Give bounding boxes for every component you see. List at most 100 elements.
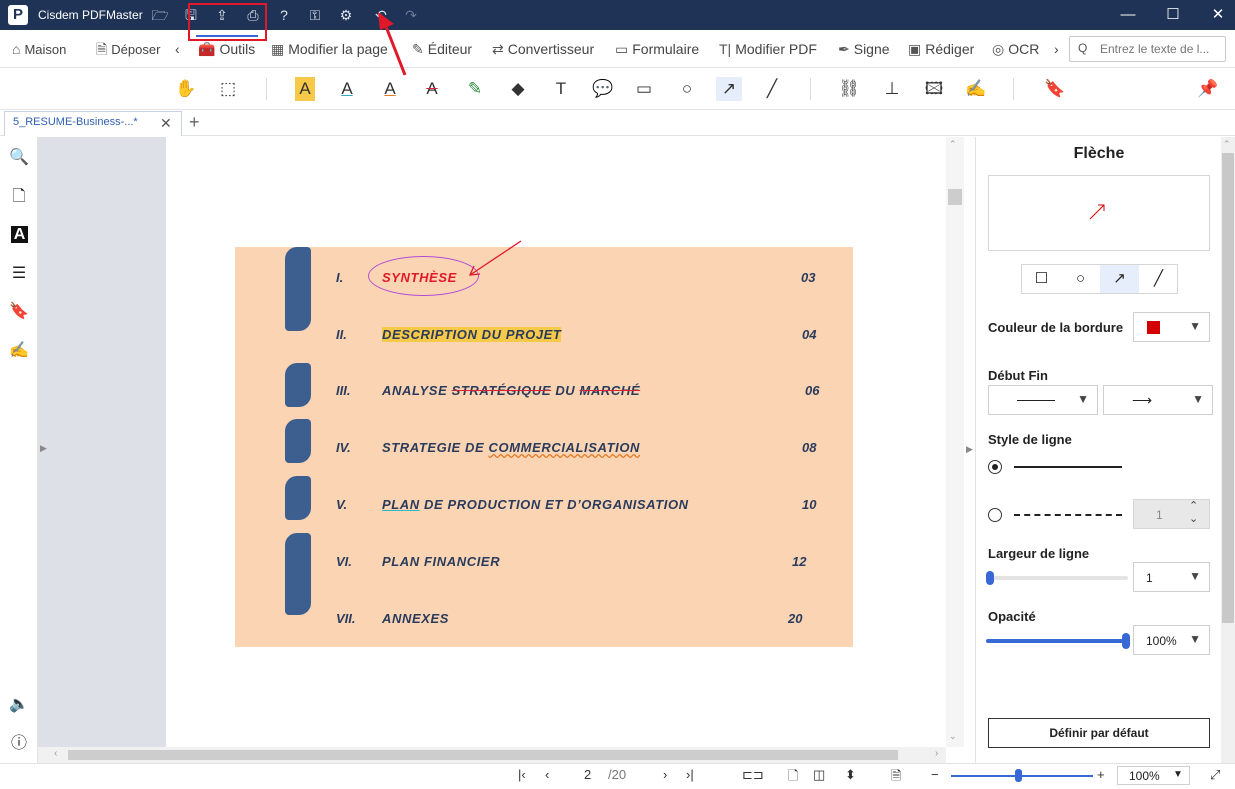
font-icon[interactable]: A: [11, 226, 28, 243]
scrollbar-thumb[interactable]: [1222, 153, 1234, 623]
settings-icon[interactable]: ⚙: [337, 6, 355, 24]
dashed-line-radio[interactable]: [988, 508, 1002, 522]
collapse-left-icon[interactable]: ▶: [40, 443, 47, 454]
arrow-icon[interactable]: ↗: [1100, 265, 1139, 293]
panel-scrollbar[interactable]: ⌃: [1221, 137, 1235, 763]
scroll-down-icon[interactable]: ⌄: [949, 731, 957, 742]
help-icon[interactable]: ?: [275, 6, 293, 24]
tab-signe[interactable]: ✒ Signe: [838, 39, 890, 59]
export-page-icon[interactable]: 🗎: [891, 767, 901, 789]
line-start-dropdown[interactable]: ▼: [988, 385, 1098, 415]
document-tab[interactable]: 5_RESUME-Business-...* ✕: [4, 111, 182, 136]
open-folder-icon[interactable]: 🗁: [151, 6, 169, 24]
pencil-icon[interactable]: ✎: [462, 77, 488, 101]
fit-width-icon[interactable]: ⊏⊐: [742, 767, 764, 783]
scroll-mode-icon[interactable]: ⬍: [845, 767, 856, 783]
select-area-icon[interactable]: ⬚: [215, 77, 241, 101]
arrow-annotation[interactable]: [465, 239, 525, 281]
line-icon[interactable]: ╱: [1139, 265, 1178, 293]
comment-icon[interactable]: 💬: [590, 77, 616, 101]
squiggly-text-icon[interactable]: A: [377, 77, 403, 101]
search-icon[interactable]: 🔍: [9, 148, 29, 168]
collapse-right-icon[interactable]: ▶: [966, 444, 973, 455]
set-default-button[interactable]: Définir par défaut: [988, 718, 1210, 748]
border-color-dropdown[interactable]: ▼: [1133, 312, 1210, 342]
zoom-dropdown[interactable]: 100% ▼: [1117, 766, 1190, 785]
scroll-left-icon[interactable]: ‹: [54, 748, 57, 759]
line-width-dropdown[interactable]: 1 ▼: [1133, 562, 1210, 592]
search-input[interactable]: [1100, 40, 1222, 58]
zoom-in-icon[interactable]: +: [1097, 767, 1105, 782]
tab-formulaire[interactable]: ▭ Formulaire: [615, 39, 699, 59]
line-end-dropdown[interactable]: ⟶ ▼: [1103, 385, 1213, 415]
tab-modifier-pdf[interactable]: T| Modifier PDF: [719, 39, 817, 59]
close-tab-icon[interactable]: ✕: [160, 115, 172, 132]
maximize-button[interactable]: ☐: [1158, 4, 1188, 26]
page-current[interactable]: 2: [584, 767, 591, 782]
page-icon[interactable]: 🗋: [9, 187, 29, 207]
stepper-down-icon[interactable]: ⌄: [1189, 512, 1198, 525]
tab-outils[interactable]: 🧰 Outils: [198, 39, 255, 59]
circle-icon[interactable]: ○: [1061, 265, 1100, 293]
dash-stepper[interactable]: 1 ⌃ ⌄: [1133, 499, 1210, 529]
opacity-slider-handle[interactable]: [1122, 633, 1130, 649]
opacity-slider-track[interactable]: [986, 639, 1128, 643]
stepper-up-icon[interactable]: ⌃: [1189, 499, 1198, 512]
image-icon[interactable]: 🖾: [921, 77, 947, 101]
rectangle-icon[interactable]: ☐: [1022, 265, 1061, 293]
signature-icon[interactable]: ✍: [963, 77, 989, 101]
strikethrough-text-icon[interactable]: A: [419, 77, 445, 101]
minimize-button[interactable]: —: [1113, 4, 1143, 26]
zoom-slider-handle[interactable]: [1015, 769, 1022, 782]
bookmark-icon[interactable]: 🔖: [9, 302, 29, 322]
tab-deposer[interactable]: 🗎 Déposer: [96, 39, 160, 59]
scrollbar-thumb[interactable]: [948, 189, 962, 205]
scroll-right-icon[interactable]: ›: [935, 748, 938, 759]
document-canvas[interactable]: ▶ I. SYNTHÈSE 03 II. DESCRIPTION DU PROJ…: [38, 137, 946, 747]
opacity-dropdown[interactable]: 100% ▼: [1133, 625, 1210, 655]
info-icon[interactable]: ⓘ: [9, 734, 29, 754]
ribbon-scroll-left[interactable]: ‹: [175, 39, 180, 59]
pdf-page[interactable]: I. SYNTHÈSE 03 II. DESCRIPTION DU PROJET…: [166, 137, 946, 747]
rectangle-icon[interactable]: ▭: [631, 77, 657, 101]
tab-convertisseur[interactable]: ⇄ Convertisseur: [492, 39, 594, 59]
add-tab-icon[interactable]: +: [189, 112, 200, 133]
arrow-icon[interactable]: ↗: [716, 77, 742, 101]
speaker-icon[interactable]: 🔈: [9, 695, 29, 715]
prev-page-icon[interactable]: ‹: [545, 767, 549, 782]
signature-icon[interactable]: ✍: [9, 341, 29, 361]
search-box[interactable]: Q: [1069, 36, 1226, 62]
vertical-scrollbar[interactable]: ⌃ ⌄: [946, 137, 964, 747]
single-page-icon[interactable]: 🗋: [788, 767, 798, 789]
pin-icon[interactable]: 📌: [1195, 77, 1221, 101]
ellipse-annotation[interactable]: [368, 256, 479, 296]
hand-tool-icon[interactable]: ✋: [173, 77, 199, 101]
scroll-up-icon[interactable]: ⌃: [949, 139, 957, 150]
line-icon[interactable]: ╱: [759, 77, 785, 101]
key-icon[interactable]: ⚿: [306, 6, 324, 24]
solid-line-radio[interactable]: [988, 460, 1002, 474]
next-page-icon[interactable]: ›: [663, 767, 667, 782]
circle-icon[interactable]: ○: [674, 77, 700, 101]
line-width-slider-handle[interactable]: [986, 571, 994, 585]
ribbon-scroll-right[interactable]: ›: [1054, 39, 1059, 59]
first-page-icon[interactable]: |‹: [518, 767, 526, 782]
horizontal-scrollbar[interactable]: ‹ ›: [38, 747, 946, 763]
zoom-out-icon[interactable]: −: [931, 767, 939, 782]
bookmark-icon[interactable]: 🔖: [1042, 77, 1068, 101]
tab-editeur[interactable]: ✎ Éditeur: [412, 39, 472, 59]
tab-ocr[interactable]: ◎ OCR: [992, 39, 1039, 59]
highlight-text-icon[interactable]: A: [295, 77, 315, 101]
zoom-slider-track[interactable]: [951, 775, 1093, 777]
close-button[interactable]: ✕: [1203, 4, 1233, 26]
fullscreen-icon[interactable]: ⤢: [1210, 767, 1220, 783]
line-width-slider-track[interactable]: [988, 576, 1128, 580]
stamp-icon[interactable]: ⊥: [879, 77, 905, 101]
outline-list-icon[interactable]: ☰: [9, 264, 29, 284]
link-icon[interactable]: ⛓: [836, 77, 862, 101]
tab-maison[interactable]: ⌂ Maison: [12, 39, 66, 59]
last-page-icon[interactable]: ›|: [686, 767, 694, 782]
scrollbar-thumb[interactable]: [68, 750, 898, 760]
eraser-icon[interactable]: ◆: [505, 77, 531, 101]
tab-rediger[interactable]: ▣ Rédiger: [908, 39, 974, 59]
